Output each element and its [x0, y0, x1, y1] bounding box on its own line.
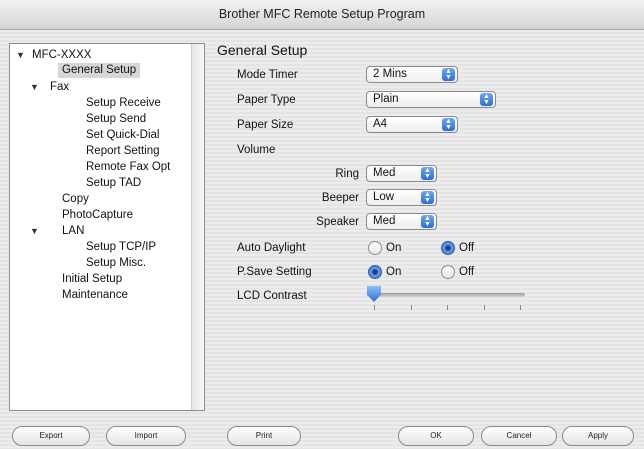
popup-arrows-icon: ▲ ▼: [480, 93, 493, 106]
auto-daylight-label: Auto Daylight: [237, 242, 306, 254]
psave-on-label: On: [386, 266, 402, 278]
ring-volume-value: Med: [373, 167, 396, 179]
tree-item-photocapture[interactable]: PhotoCapture: [62, 208, 133, 223]
tree-scrollbar[interactable]: [191, 44, 204, 410]
section-title: General Setup: [217, 42, 308, 58]
slider-tick: [520, 305, 521, 310]
auto-daylight-off-radio[interactable]: [441, 241, 455, 255]
import-button[interactable]: Import: [106, 426, 186, 446]
tree-item-general-setup[interactable]: General Setup: [58, 63, 141, 78]
popup-arrows-icon: ▲ ▼: [442, 118, 455, 131]
slider-tick: [410, 305, 412, 310]
popup-arrows-icon: ▲ ▼: [421, 215, 434, 228]
auto-daylight-on-label: On: [386, 242, 402, 254]
paper-size-select[interactable]: A4 ▲ ▼: [366, 116, 458, 133]
tree-item-setup-tcpip[interactable]: Setup TCP/IP: [86, 240, 156, 255]
tree-item-initial-setup[interactable]: Initial Setup: [62, 272, 122, 287]
mode-timer-select[interactable]: 2 Mins ▲ ▼: [366, 66, 458, 83]
expand-triangle-icon[interactable]: ▼: [30, 80, 39, 95]
slider-tick: [447, 305, 448, 310]
popup-arrows-icon: ▲ ▼: [421, 191, 434, 204]
beeper-label: Beeper: [321, 192, 359, 204]
tree-item-copy[interactable]: Copy: [62, 192, 89, 207]
lcd-contrast-slider-track[interactable]: [367, 293, 525, 297]
paper-size-label: Paper Size: [237, 119, 294, 131]
auto-daylight-off-label: Off: [459, 242, 475, 254]
tree-item-lan[interactable]: LAN: [62, 224, 84, 239]
psave-on-radio[interactable]: [368, 265, 382, 279]
beeper-volume-value: Low: [373, 191, 395, 203]
tree-item-fax[interactable]: Fax: [50, 80, 69, 95]
slider-tick: [374, 305, 375, 310]
auto-daylight-on-radio[interactable]: [368, 241, 382, 255]
export-button[interactable]: Export: [12, 426, 90, 446]
cancel-button[interactable]: Cancel: [481, 426, 557, 446]
print-button[interactable]: Print: [227, 426, 301, 446]
tree-item-setup-tad[interactable]: Setup TAD: [86, 176, 141, 191]
expand-triangle-icon[interactable]: ▼: [16, 48, 25, 63]
ok-button[interactable]: OK: [398, 426, 474, 446]
psave-off-label: Off: [459, 266, 475, 278]
speaker-volume-value: Med: [373, 215, 396, 227]
beeper-volume-select[interactable]: Low ▲ ▼: [366, 189, 437, 206]
volume-label: Volume: [237, 144, 276, 156]
settings-tree[interactable]: ▼ MFC-XXXX General Setup ▼ Fax Setup Rec…: [9, 43, 205, 411]
mode-timer-label: Mode Timer: [237, 69, 298, 81]
mode-timer-value: 2 Mins: [373, 68, 407, 80]
expand-triangle-icon[interactable]: ▼: [30, 224, 39, 239]
popup-arrows-icon: ▲ ▼: [421, 167, 434, 180]
window-title: Brother MFC Remote Setup Program: [0, 0, 644, 30]
tree-item-mfc[interactable]: MFC-XXXX: [32, 48, 91, 63]
tree-item-maintenance[interactable]: Maintenance: [62, 288, 128, 303]
paper-type-select[interactable]: Plain ▲ ▼: [366, 91, 496, 108]
tree-item-setup-receive[interactable]: Setup Receive: [86, 96, 161, 111]
paper-type-value: Plain: [373, 93, 399, 105]
tree-item-report-setting[interactable]: Report Setting: [86, 144, 160, 159]
paper-size-value: A4: [373, 118, 388, 130]
tree-item-remote-fax-opt[interactable]: Remote Fax Opt: [86, 160, 170, 175]
ring-label: Ring: [335, 168, 359, 180]
tree-item-setup-send[interactable]: Setup Send: [86, 112, 146, 127]
psave-label: P.Save Setting: [237, 266, 312, 278]
apply-button[interactable]: Apply: [562, 426, 634, 446]
tree-item-setup-misc[interactable]: Setup Misc.: [86, 256, 146, 271]
lcd-contrast-label: LCD Contrast: [237, 290, 307, 302]
slider-tick: [483, 305, 485, 310]
ring-volume-select[interactable]: Med ▲ ▼: [366, 165, 437, 182]
popup-arrows-icon: ▲ ▼: [442, 68, 455, 81]
speaker-volume-select[interactable]: Med ▲ ▼: [366, 213, 437, 230]
psave-off-radio[interactable]: [441, 265, 455, 279]
tree-item-set-quick-dial[interactable]: Set Quick-Dial: [86, 128, 160, 143]
paper-type-label: Paper Type: [237, 94, 296, 106]
speaker-label: Speaker: [316, 216, 359, 228]
